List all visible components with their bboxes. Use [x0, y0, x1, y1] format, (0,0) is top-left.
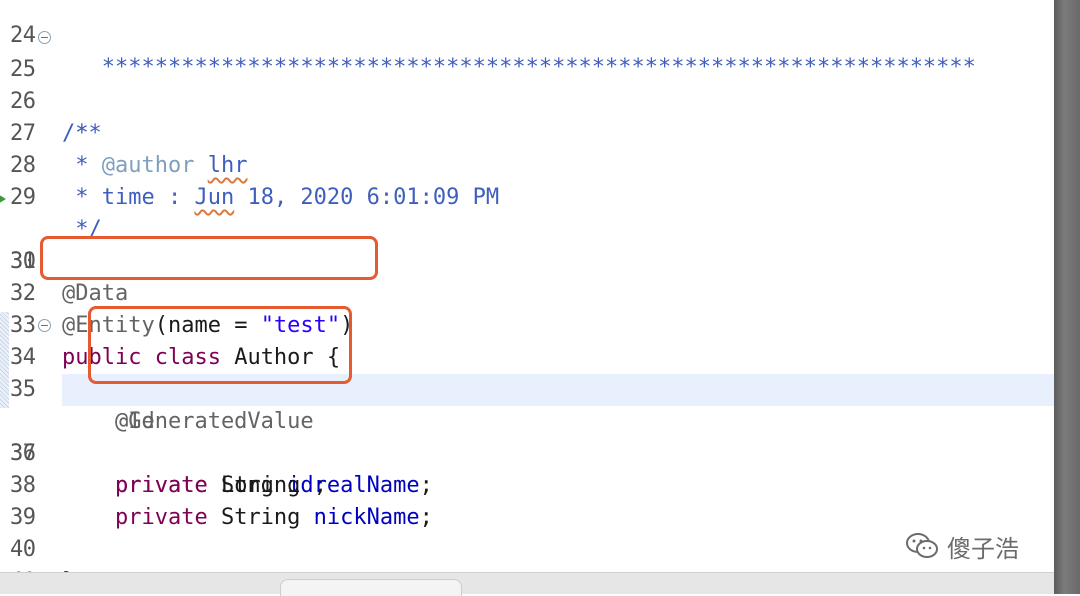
code-editor[interactable]: 24 *************************************…: [0, 0, 1054, 572]
watermark: 傻子浩: [905, 528, 1019, 564]
code-line-29[interactable]: 29 */: [0, 150, 1054, 242]
code-line-41[interactable]: 41: [0, 534, 1054, 572]
horizontal-scrollbar-thumb[interactable]: [280, 579, 462, 596]
code-line-37[interactable]: 37 private String realName;: [0, 406, 1054, 498]
code-line-30[interactable]: 30 @Data: [0, 182, 1054, 306]
wechat-icon: [906, 533, 938, 558]
id-annotations-highlight-box: [88, 306, 352, 384]
code-line-25[interactable]: 25 /**: [0, 22, 1054, 146]
code-line-40[interactable]: 40 }: [0, 502, 1054, 572]
override-marker-icon[interactable]: [0, 193, 6, 205]
code-line-28[interactable]: 28 * time : Jun 18, 2020 6:01:09 PM: [0, 118, 1054, 210]
code-line-27[interactable]: 27 * @author lhr: [0, 86, 1054, 178]
code-line-26[interactable]: 26 *: [0, 54, 1054, 146]
code-line-39[interactable]: 39: [0, 470, 1054, 530]
fold-toggle-icon[interactable]: [38, 319, 51, 332]
fold-toggle-icon[interactable]: [38, 31, 51, 44]
watermark-text: 傻子浩: [947, 534, 1019, 563]
code-line-24[interactable]: 24 *************************************…: [0, 0, 1054, 80]
entity-annotation-highlight-box: [40, 236, 378, 280]
horizontal-scrollbar[interactable]: [0, 572, 1054, 596]
code-line-38[interactable]: 38 private String nickName;: [0, 438, 1054, 530]
vertical-scrollbar[interactable]: [1054, 0, 1080, 594]
